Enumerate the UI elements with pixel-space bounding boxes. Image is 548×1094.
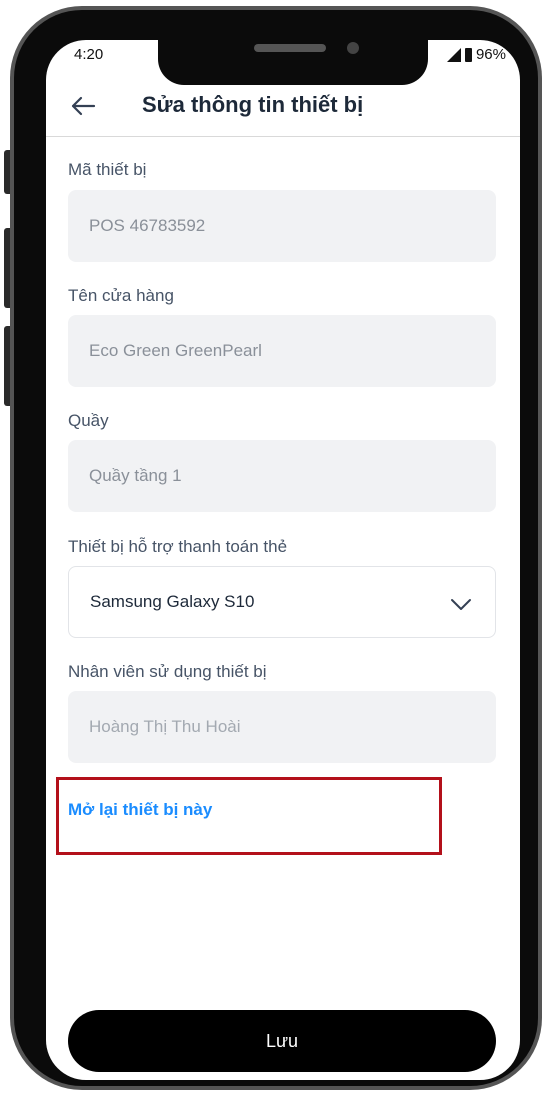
save-button-label: Lưu <box>265 1030 299 1051</box>
counter-value: Quầy tầng 1 <box>89 466 182 485</box>
save-button[interactable]: Lưu <box>68 1010 496 1072</box>
front-camera <box>347 42 359 54</box>
battery-icon <box>464 47 472 62</box>
store-name-field: Eco Green GreenPearl <box>68 315 496 387</box>
employee-label: Nhân viên sử dụng thiết bị <box>68 662 267 681</box>
screen: 4:20 96% Sửa thông tin thiết bị Mã thiết… <box>46 40 520 1080</box>
status-right: 96% <box>446 46 506 63</box>
device-code-field: POS 46783592 <box>68 190 496 262</box>
notch <box>158 40 428 85</box>
counter-label: Quầy <box>68 411 109 430</box>
phone-frame: 4:20 96% Sửa thông tin thiết bị Mã thiết… <box>10 6 542 1090</box>
card-device-value: Samsung Galaxy S10 <box>90 592 255 611</box>
speaker <box>254 44 326 52</box>
chevron-down-icon <box>451 599 471 610</box>
card-device-select[interactable]: Samsung Galaxy S10 <box>68 566 496 638</box>
back-arrow-icon[interactable] <box>68 91 98 121</box>
store-name-label: Tên cửa hàng <box>68 286 174 305</box>
employee-value: Hoàng Thị Thu Hoài <box>89 717 241 736</box>
store-name-value: Eco Green GreenPearl <box>89 341 262 360</box>
battery-percent: 96% <box>475 46 506 63</box>
highlight-box <box>56 777 442 855</box>
page-title: Sửa thông tin thiết bị <box>142 92 364 117</box>
device-code-value: POS 46783592 <box>89 216 206 235</box>
status-time: 4:20 <box>74 46 104 63</box>
signal-icon <box>446 47 461 62</box>
employee-field: Hoàng Thị Thu Hoài <box>68 691 496 763</box>
phone-bezel: 4:20 96% Sửa thông tin thiết bị Mã thiết… <box>14 10 538 1086</box>
device-code-label: Mã thiết bị <box>68 160 147 179</box>
app-header: Sửa thông tin thiết bị <box>46 80 520 137</box>
card-device-label: Thiết bị hỗ trợ thanh toán thẻ <box>68 537 288 556</box>
counter-field: Quầy tầng 1 <box>68 440 496 512</box>
